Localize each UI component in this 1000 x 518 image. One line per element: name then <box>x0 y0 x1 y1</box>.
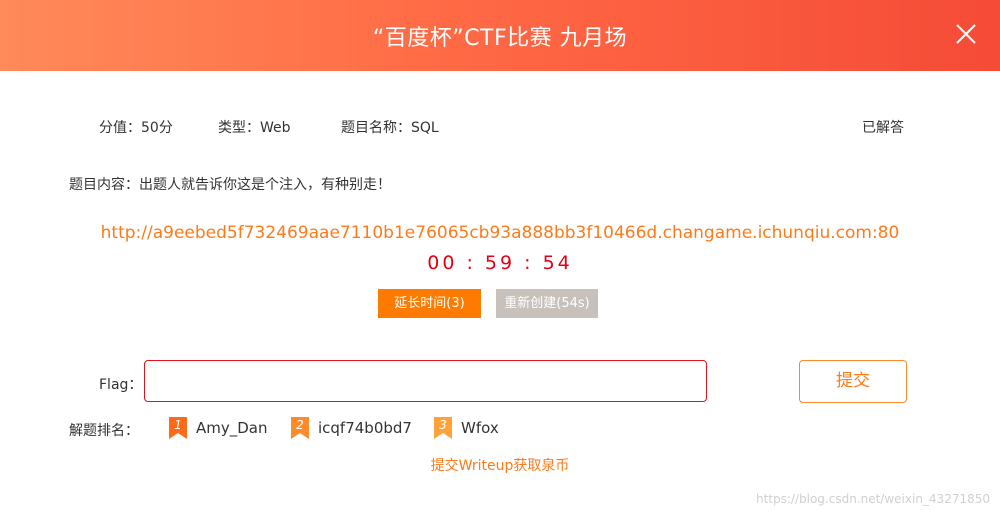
content-label: 题目内容： <box>69 177 139 193</box>
ribbon-icon: 2 <box>290 416 310 440</box>
ribbon-icon: 1 <box>168 416 188 440</box>
rank-number: 3 <box>439 418 447 432</box>
extend-time-button[interactable]: 延长时间(3) <box>378 289 481 318</box>
ranking-item: 2 icqf74b0bd7 <box>290 416 412 440</box>
submit-writeup-link[interactable]: 提交Writeup获取泉币 <box>0 455 1000 475</box>
rank-number: 2 <box>296 418 304 432</box>
challenge-url-link[interactable]: http://a9eebed5f732469aae7110b1e76065cb9… <box>0 223 1000 243</box>
countdown-timer: 00 : 59 : 54 <box>427 252 573 274</box>
close-icon[interactable] <box>952 20 980 48</box>
ranking-item: 1 Amy_Dan <box>168 416 268 440</box>
recreate-button[interactable]: 重新创建(54s) <box>496 289 598 318</box>
type-text: 类型：Web <box>218 120 291 136</box>
watermark-text: https://blog.csdn.net/weixin_43271850 <box>755 492 990 506</box>
content-text: 出题人就告诉你这是个注入，有种别走！ <box>139 177 391 193</box>
score-text: 分值：50分 <box>99 120 173 136</box>
challenge-content: 题目内容：出题人就告诉你这是个注入，有种别走！ <box>69 174 391 194</box>
flag-label: Flag： <box>99 377 143 393</box>
submit-flag-button[interactable]: 提交 <box>799 360 907 403</box>
challenge-name-text: 题目名称：SQL <box>341 120 439 136</box>
rank-name: icqf74b0bd7 <box>318 419 412 437</box>
challenge-modal: “百度杯”CTF比赛 九月场 分值：50分 类型：Web 题目名称：SQL 已解… <box>0 0 1000 518</box>
rank-name: Amy_Dan <box>196 419 268 437</box>
ranking-label: 解题排名： <box>69 423 139 439</box>
ribbon-icon: 3 <box>433 416 453 440</box>
flag-input[interactable] <box>144 360 707 402</box>
ranking-item: 3 Wfox <box>433 416 499 440</box>
modal-title: “百度杯”CTF比赛 九月场 <box>372 26 628 51</box>
solved-status: 已解答 <box>862 120 904 136</box>
modal-header: “百度杯”CTF比赛 九月场 <box>0 0 1000 71</box>
rank-number: 1 <box>174 418 182 432</box>
rank-name: Wfox <box>461 419 499 437</box>
